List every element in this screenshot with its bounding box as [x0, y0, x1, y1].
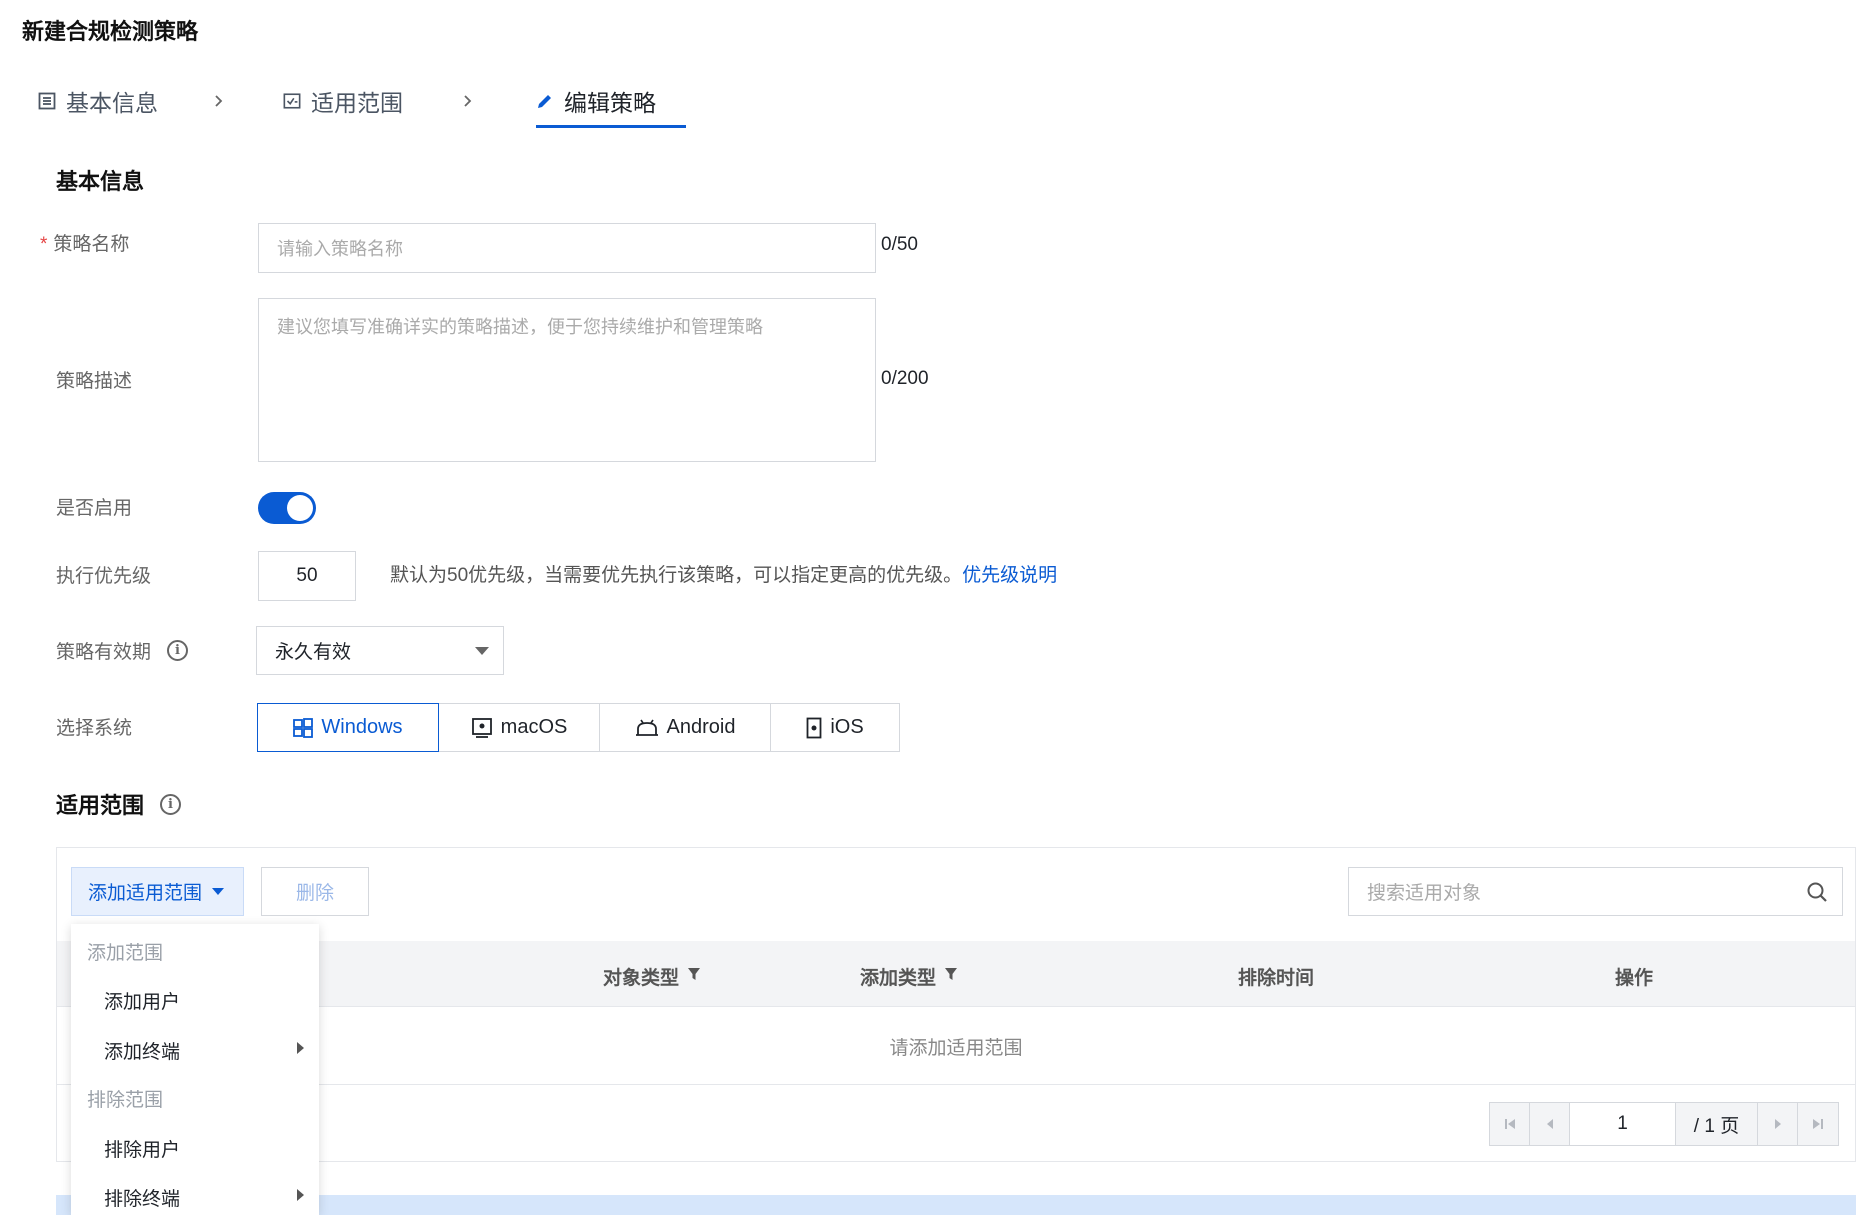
system-label: 选择系统	[56, 718, 133, 739]
page-number-input[interactable]: 1	[1570, 1103, 1676, 1145]
priority-label: 执行优先级	[56, 566, 152, 587]
step-label: 编辑策略	[564, 90, 656, 116]
policy-name-input[interactable]: 请输入策略名称	[258, 223, 876, 273]
priority-help: 默认为50优先级，当需要优先执行该策略，可以指定更高的优先级。优先级说明	[390, 565, 1058, 586]
page-title: 新建合规检测策略	[22, 19, 199, 44]
pencil-icon	[536, 92, 554, 110]
menu-item-exclude-user[interactable]: 排除用户	[104, 1135, 304, 1162]
step-edit-policy[interactable]: 编辑策略	[536, 70, 656, 132]
toggle-knob	[287, 495, 313, 521]
caret-right-icon	[297, 1189, 304, 1201]
chevron-right-icon	[214, 70, 224, 132]
search-input[interactable]: 搜索适用对象	[1348, 867, 1843, 916]
info-icon[interactable]: i	[167, 640, 189, 661]
menu-item-add-terminal[interactable]: 添加终端	[104, 1037, 304, 1064]
policy-name-label: * 策略名称	[40, 234, 130, 255]
column-actions: 操作	[1615, 968, 1654, 989]
table-empty-row: 请添加适用范围	[57, 1007, 1855, 1085]
enable-toggle[interactable]	[258, 492, 316, 524]
last-page-icon[interactable]	[1798, 1103, 1838, 1145]
column-add-type: 添加类型	[860, 963, 958, 990]
ios-icon	[806, 717, 822, 739]
enable-label: 是否启用	[56, 498, 133, 519]
filter-icon[interactable]	[687, 966, 701, 988]
menu-item-add-user[interactable]: 添加用户	[104, 987, 304, 1014]
android-icon	[635, 718, 659, 738]
column-object-type: 对象类型	[603, 963, 701, 990]
pagination: 1 / 1 页	[1489, 1102, 1839, 1146]
step-scope[interactable]: 适用范围	[283, 70, 403, 132]
search-icon[interactable]	[1806, 881, 1828, 909]
active-step-indicator	[536, 125, 686, 128]
priority-input[interactable]: 50	[258, 551, 356, 601]
step-bar: 基本信息 适用范围 编辑策略	[0, 70, 760, 132]
mac-icon	[471, 717, 493, 739]
policy-name-counter: 0/50	[881, 234, 918, 255]
add-scope-dropdown: 添加范围 添加用户 添加终端 排除范围 排除用户 排除终端	[71, 924, 319, 1215]
validity-select[interactable]: 永久有效	[256, 626, 504, 675]
step-label: 基本信息	[66, 90, 158, 116]
empty-text: 请添加适用范围	[889, 1038, 1023, 1059]
next-page-icon[interactable]	[1758, 1103, 1798, 1145]
prev-page-icon[interactable]	[1530, 1103, 1570, 1145]
policy-desc-label: 策略描述	[56, 371, 133, 392]
info-icon[interactable]: i	[160, 793, 182, 815]
system-selector: Windows macOS Android iOS	[257, 703, 900, 752]
filter-icon[interactable]	[944, 966, 958, 988]
system-option-macos[interactable]: macOS	[438, 703, 600, 752]
policy-desc-textarea[interactable]: 建议您填写准确详实的策略描述，便于您持续维护和管理策略	[258, 298, 876, 462]
chevron-right-icon	[463, 70, 473, 132]
priority-help-link[interactable]: 优先级说明	[962, 565, 1057, 586]
caret-right-icon	[297, 1042, 304, 1054]
policy-desc-counter: 0/200	[881, 368, 929, 389]
page-total: / 1 页	[1676, 1103, 1758, 1145]
system-option-android[interactable]: Android	[599, 703, 771, 752]
section-title-scope: 适用范围 i	[56, 788, 182, 820]
windows-icon	[293, 717, 314, 738]
menu-item-exclude-terminal[interactable]: 排除终端	[104, 1184, 304, 1211]
bottom-bar	[56, 1195, 1856, 1215]
list-icon	[38, 92, 56, 110]
step-basic-info[interactable]: 基本信息	[38, 70, 158, 132]
validity-label: 策略有效期 i	[56, 637, 189, 664]
table-header: 对象类型 添加类型 排除时间 操作	[57, 941, 1855, 1007]
caret-down-icon	[212, 888, 225, 895]
required-mark: *	[40, 234, 48, 255]
system-option-ios[interactable]: iOS	[770, 703, 900, 752]
dropdown-group-exclude: 排除范围	[87, 1090, 164, 1111]
checklist-icon	[283, 92, 301, 110]
step-label: 适用范围	[311, 90, 403, 116]
column-exclude-time: 排除时间	[1238, 968, 1315, 989]
delete-button[interactable]: 删除	[261, 867, 369, 916]
section-title-basic: 基本信息	[56, 169, 145, 194]
system-option-windows[interactable]: Windows	[257, 703, 439, 752]
dropdown-group-add: 添加范围	[87, 943, 164, 964]
add-scope-button[interactable]: 添加适用范围	[71, 867, 244, 916]
caret-down-icon	[475, 647, 489, 655]
first-page-icon[interactable]	[1490, 1103, 1530, 1145]
